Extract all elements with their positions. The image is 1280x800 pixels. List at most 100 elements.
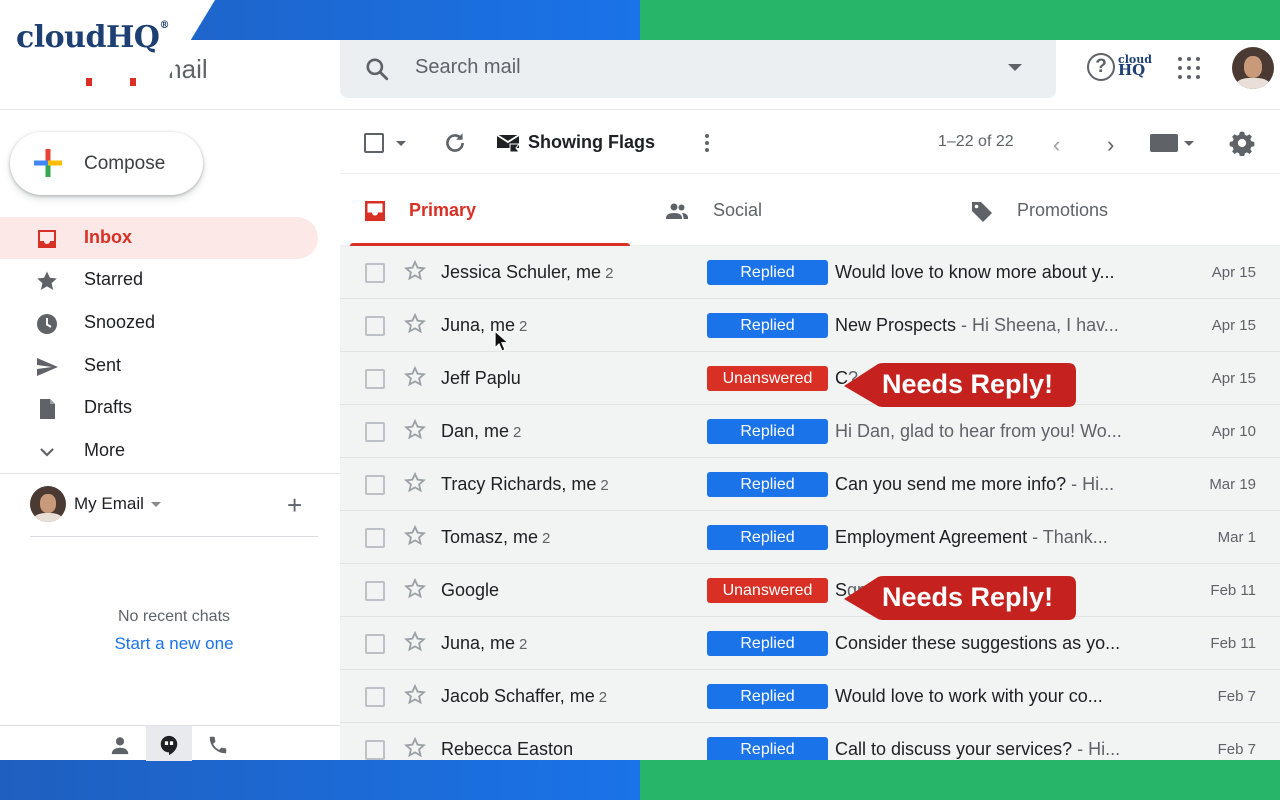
sidebar-item-label: Starred [84, 269, 144, 289]
search-input[interactable]: Search mail [415, 56, 521, 79]
sender-name: Jeff Paplu [441, 368, 521, 388]
star-toggle-icon[interactable] [403, 630, 427, 654]
input-tools-caret-icon[interactable] [1184, 141, 1194, 146]
status-badge[interactable]: Replied [707, 525, 828, 550]
table-row[interactable]: Rebecca Easton Replied Call to discuss you… [340, 723, 1280, 760]
row-checkbox[interactable] [365, 687, 385, 707]
row-checkbox[interactable] [365, 740, 385, 760]
status-badge[interactable]: Replied [707, 684, 828, 709]
row-checkbox[interactable] [365, 475, 385, 495]
row-sender: Juna, me 2 [441, 315, 527, 336]
sidebar-item-more[interactable]: More [0, 430, 318, 472]
row-checkbox[interactable] [365, 634, 385, 654]
row-checkbox[interactable] [365, 422, 385, 442]
apps-grid-icon[interactable] [1178, 57, 1200, 79]
sidebar-item-starred[interactable]: Starred [0, 259, 318, 301]
status-badge[interactable]: Replied [707, 737, 828, 760]
star-toggle-icon[interactable] [403, 471, 427, 495]
status-badge[interactable]: Replied [707, 260, 828, 285]
table-row[interactable]: Tracy Richards, me 2 Replied Can you send m… [340, 458, 1280, 511]
compose-button[interactable]: Compose [10, 132, 203, 195]
row-date: Mar 1 [1217, 529, 1256, 546]
row-date: Apr 10 [1211, 423, 1256, 440]
row-subject: Would love to know more about y... [835, 262, 1135, 283]
select-menu-icon[interactable] [396, 141, 406, 146]
star-toggle-icon[interactable] [403, 259, 427, 283]
search-options-icon[interactable] [1008, 64, 1022, 71]
sidebar-item-sent[interactable]: Sent [0, 345, 318, 387]
sidebar-item-inbox[interactable]: Inbox [0, 217, 318, 259]
star-toggle-icon[interactable] [403, 683, 427, 707]
flags-mail-icon[interactable] [496, 132, 520, 154]
account-switcher[interactable]: My Email + [30, 486, 320, 522]
tab-primary[interactable]: Primary [340, 174, 630, 246]
status-badge[interactable]: Replied [707, 472, 828, 497]
hangouts-icon[interactable] [158, 734, 180, 756]
registered-mark: ® [159, 20, 169, 31]
table-row[interactable]: Juna, me 2 Replied New Prospects - Hi Sheen… [340, 299, 1280, 352]
star-toggle-icon[interactable] [403, 312, 427, 336]
snippet-text: - Hi... [1066, 474, 1115, 494]
cloudhq-logo-text: cloudHQ [16, 20, 160, 55]
showing-flags-label[interactable]: Showing Flags [528, 132, 655, 153]
select-all-checkbox[interactable] [364, 133, 384, 153]
status-badge[interactable]: Unanswered [707, 578, 828, 603]
row-checkbox[interactable] [365, 528, 385, 548]
tag-icon [972, 202, 992, 222]
search-bar[interactable]: Search mail [340, 40, 1056, 98]
sidebar-item-label: Sent [84, 355, 122, 375]
star-toggle-icon[interactable] [403, 577, 427, 601]
account-avatar-small [30, 486, 66, 522]
previous-page-icon[interactable]: ‹ [1053, 132, 1060, 158]
subject-text: Consider these suggestions as yo... [835, 633, 1121, 653]
tab-promotions[interactable]: Promotions [960, 174, 1260, 246]
account-avatar[interactable] [1232, 47, 1274, 89]
phone-icon[interactable] [207, 734, 229, 756]
table-row[interactable]: Jacob Schaffer, me 2 Replied Would love to … [340, 670, 1280, 723]
row-date: Mar 19 [1209, 476, 1256, 493]
keyboard-icon[interactable] [1150, 134, 1178, 152]
status-badge[interactable]: Replied [707, 313, 828, 338]
status-badge[interactable]: Replied [707, 419, 828, 444]
star-toggle-icon[interactable] [403, 418, 427, 442]
star-toggle-icon[interactable] [403, 736, 427, 760]
inbox-tab-icon [365, 201, 385, 221]
star-toggle-icon[interactable] [403, 365, 427, 389]
people-icon [666, 203, 688, 219]
add-chat-button[interactable]: + [287, 490, 302, 521]
gmail-header: mail Search mail ? cloud HQ [0, 40, 1280, 110]
status-badge[interactable]: Replied [707, 631, 828, 656]
sidebar-item-label: Snoozed [84, 312, 156, 332]
tab-social[interactable]: Social [650, 174, 940, 246]
row-sender: Google [441, 580, 503, 601]
search-icon[interactable] [364, 56, 390, 82]
table-row[interactable]: Tomasz, me 2 Replied Employment Agreement -… [340, 511, 1280, 564]
sender-name: Google [441, 580, 500, 600]
table-row[interactable]: GoogleUnansweredSgn in...Feb 11 [340, 564, 1280, 617]
thread-count: 2 [598, 689, 608, 706]
star-toggle-icon[interactable] [403, 524, 427, 548]
person-icon[interactable] [109, 734, 131, 756]
table-row[interactable]: Juna, me 2 Replied Consider these suggestio… [340, 617, 1280, 670]
compose-label: Compose [84, 153, 166, 174]
refresh-icon[interactable] [442, 130, 468, 156]
table-row[interactable]: Dan, me 2 Replied Hi Dan, glad to hear from… [340, 405, 1280, 458]
row-checkbox[interactable] [365, 581, 385, 601]
table-row[interactable]: Jeff PapluUnansweredC? - Hi...Apr 15 [340, 352, 1280, 405]
help-icon[interactable]: ? [1087, 53, 1115, 81]
caret-down-icon[interactable] [151, 502, 161, 507]
row-checkbox[interactable] [365, 263, 385, 283]
sidebar-item-snoozed[interactable]: Snoozed [0, 302, 318, 344]
more-vert-icon[interactable] [704, 132, 710, 154]
cloudhq-menu-icon[interactable]: cloud HQ [1118, 54, 1152, 78]
row-checkbox[interactable] [365, 369, 385, 389]
row-checkbox[interactable] [365, 316, 385, 336]
account-label: My Email [74, 494, 144, 513]
status-badge[interactable]: Unanswered [707, 366, 828, 391]
gear-icon[interactable] [1229, 130, 1255, 156]
sidebar-item-drafts[interactable]: Drafts [0, 387, 318, 429]
start-chat-link[interactable]: Start a new one [0, 634, 348, 654]
next-page-icon[interactable]: › [1107, 132, 1114, 158]
table-row[interactable]: Jessica Schuler, me 2 Replied Would love to… [340, 246, 1280, 299]
row-subject: Can you send me more info? - Hi... [835, 474, 1135, 495]
